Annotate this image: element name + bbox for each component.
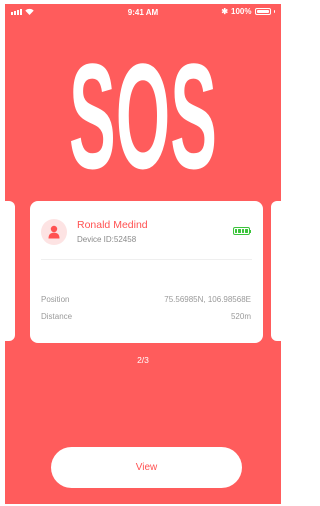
status-bar: 9:41 AM ✱ 100% [5, 4, 281, 22]
device-battery-icon [232, 227, 251, 235]
status-right: ✱ 100% [221, 7, 275, 16]
device-id: Device ID:52458 [77, 235, 137, 244]
card-divider [41, 259, 252, 260]
position-value: 75.56985N, 106.98568E [164, 295, 251, 304]
sos-title: SOS [5, 56, 281, 181]
sos-screen: 9:41 AM ✱ 100% SOS Ronald Medind Device … [5, 4, 281, 504]
status-battery-tip [273, 10, 275, 13]
sos-logo: SOS [69, 56, 217, 176]
next-card[interactable] [271, 201, 281, 341]
bluetooth-icon: ✱ [221, 7, 229, 16]
previous-card[interactable] [5, 201, 15, 341]
distance-label: Distance [41, 312, 73, 321]
page-indicator: 2/3 [137, 355, 149, 365]
view-button[interactable]: View [51, 447, 242, 488]
avatar [41, 219, 67, 245]
device-card[interactable]: Ronald Medind Device ID:52458 Position 7… [30, 201, 263, 343]
battery-percent: 100% [231, 7, 252, 16]
status-battery-icon [254, 8, 271, 15]
position-label: Position [41, 295, 70, 304]
sos-text: SOS [69, 56, 217, 176]
distance-value: 520m [230, 312, 251, 321]
contact-name: Ronald Medind [77, 219, 148, 231]
user-icon [48, 225, 60, 239]
